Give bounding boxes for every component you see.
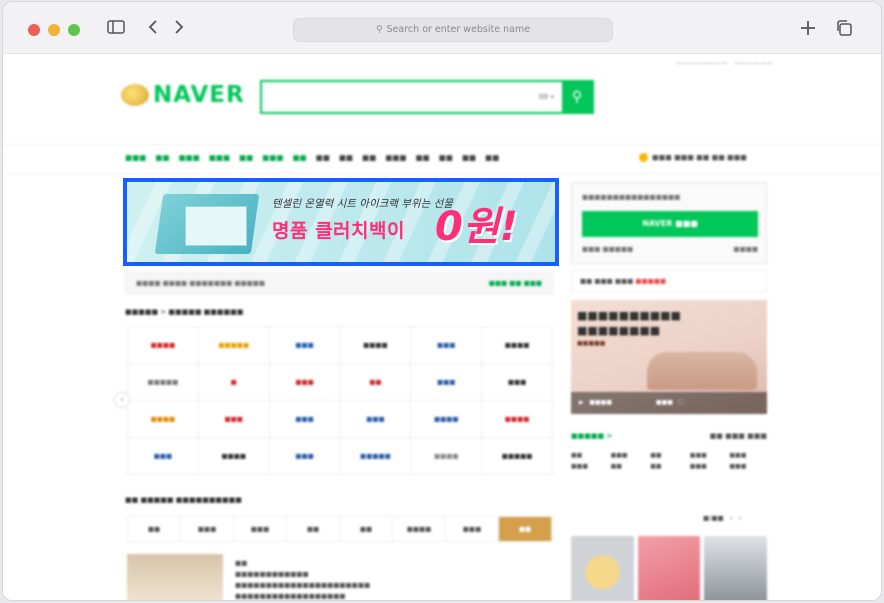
logo-mascot-icon xyxy=(121,84,149,106)
naver-search-button[interactable]: ⚲ xyxy=(562,82,592,112)
ad-subtext: ■■■■■ xyxy=(577,340,606,347)
newsstand-grid: ■■■■ ■■■■■ ■■■ ■■■■ ■■■ ■■■■ ■■■■■ ■ ■■■… xyxy=(127,326,553,475)
newsstand-header: ■■■■■ > ■■■■■ ■■■■■■ xyxy=(125,308,244,316)
shopping-tag[interactable]: ■■■ xyxy=(611,452,649,459)
press-logo[interactable]: ■■■■ xyxy=(128,327,199,364)
minimize-window-button[interactable] xyxy=(48,24,60,36)
topic-tab[interactable]: ■■■ xyxy=(446,517,499,541)
news-ticker[interactable]: ■■■■ ■■■■ ■■■■■■■ ■■■■■ ■■■ ■■ ■■■ xyxy=(125,272,553,294)
new-tab-icon[interactable] xyxy=(799,19,817,42)
topic-tab[interactable]: ■■■ xyxy=(181,517,234,541)
naver-search-input[interactable] xyxy=(262,82,539,112)
video-controls[interactable]: ▶ ■■■■ ■■■ ⛶ xyxy=(571,392,767,414)
press-logo[interactable]: ■■■ xyxy=(269,364,341,401)
webpage: ———————— —————— NAVER ⌨ ▾ ⚲ ■■■ ■■ ■■■ ■■■ ■… xyxy=(3,54,881,600)
naver-logo[interactable]: NAVER xyxy=(121,82,245,108)
press-logo[interactable]: ■■■■■ xyxy=(198,327,270,364)
press-logo[interactable]: ■■■ xyxy=(269,327,341,364)
search-icon: ⚲ xyxy=(375,25,383,35)
naver-login-button[interactable]: NAVER ■■■ xyxy=(582,211,758,237)
sidebar-icon[interactable] xyxy=(107,19,125,40)
shopping-tag[interactable]: ■■ xyxy=(650,463,688,470)
ad-headline: ■■■■■■■■■■ ■■■■■■■■ xyxy=(577,309,681,337)
shopping-tag[interactable]: ■■■ xyxy=(690,463,728,470)
back-icon[interactable] xyxy=(147,19,159,40)
product-thumbnail[interactable] xyxy=(571,536,634,600)
stock-ticker[interactable]: ■■ ■■■ ■■■ ■■■■■ xyxy=(571,270,767,292)
shopping-pager[interactable]: ■/■■ ‹ › xyxy=(703,514,741,522)
logo-wordmark: NAVER xyxy=(153,82,245,108)
topic-tab-active[interactable]: ■■ xyxy=(499,517,552,541)
press-logo[interactable]: ■■■■ xyxy=(128,401,199,438)
banner-product-card xyxy=(185,206,247,246)
press-logo[interactable]: ■■ xyxy=(340,364,412,401)
shopping-tag[interactable]: ■■■ xyxy=(690,452,728,459)
shopping-tag[interactable]: ■■ xyxy=(650,452,688,459)
address-bar[interactable]: ⚲ Search or enter website name xyxy=(293,18,613,42)
browser-window: ⚲ Search or enter website name ———————— —… xyxy=(2,1,882,601)
address-placeholder: Search or enter website name xyxy=(386,24,531,35)
topic-tab[interactable]: ■■ xyxy=(340,517,393,541)
shopping-tags: ■■ ■■■ ■■ ■■■ ■■■ ■■■ ■■ ■■ ■■■ ■■■ xyxy=(571,452,767,470)
topic-header: ■■ ■■■■■ ■■■■■■■■■■ xyxy=(125,496,242,504)
press-logo[interactable]: ■■■ xyxy=(269,438,341,475)
shopping-tag[interactable]: ■■ xyxy=(571,452,609,459)
press-logo[interactable]: ■■■■ xyxy=(482,401,553,438)
naver-search-box[interactable]: ⌨ ▾ ⚲ xyxy=(260,80,594,114)
press-logo[interactable]: ■■■■ xyxy=(482,327,553,364)
press-logo[interactable]: ■■■ xyxy=(482,364,553,401)
press-logo[interactable]: ■■■ xyxy=(198,401,270,438)
shopping-tag[interactable]: ■■■ xyxy=(729,452,767,459)
press-logo[interactable]: ■■■■■ xyxy=(482,438,553,475)
article-text: ■■ ■■■■■■■■■■■■ ■■■■■■■■■■■■■■■■■■■■■■ ■■■■… xyxy=(235,559,371,600)
promo-banner[interactable]: 텐셀린 온열력 시트 아이크랙 부위는 선물 명품 클러치백이 0원! xyxy=(123,178,559,266)
press-logo[interactable]: ■■■ xyxy=(411,364,483,401)
ad-image xyxy=(647,352,757,390)
topic-tab[interactable]: ■■■ xyxy=(234,517,287,541)
topic-tab[interactable]: ■■ xyxy=(287,517,340,541)
product-thumbnail[interactable] xyxy=(637,536,701,600)
press-logo[interactable]: ■■■■ xyxy=(340,327,412,364)
press-logo[interactable]: ■ xyxy=(198,364,270,401)
login-panel: ■■■■■■■■■■■■■■■■ NAVER ■■■ ■■■ ■■■■■ ■■■■ xyxy=(571,182,767,264)
shopping-tag[interactable]: ■■■ xyxy=(729,463,767,470)
press-logo[interactable]: ■■■■ xyxy=(198,438,270,475)
shopping-tag[interactable]: ■■■ xyxy=(571,463,609,470)
press-logo[interactable]: ■■■ xyxy=(128,438,199,475)
press-logo[interactable]: ■■■ xyxy=(340,401,412,438)
banner-price: 0원! xyxy=(435,204,518,250)
topic-tab[interactable]: ■■■■ xyxy=(393,517,446,541)
login-message: ■■■■■■■■■■■■■■■■ xyxy=(582,193,681,201)
press-logo[interactable]: ■■■■■ xyxy=(128,364,199,401)
topic-tabs: ■■ ■■■ ■■■ ■■ ■■ ■■■■ ■■■ ■■ xyxy=(127,516,553,542)
press-logo[interactable]: ■■■■■ xyxy=(340,438,412,475)
press-logo[interactable]: ■■■ xyxy=(269,401,341,438)
press-logo[interactable]: ■■■■ xyxy=(411,438,483,475)
weather-widget[interactable]: ■■■ ■■■ ■■ ■■ ■■■ xyxy=(639,153,747,162)
shopping-thumbnails xyxy=(571,536,768,600)
article-thumbnail xyxy=(127,554,223,600)
topic-tab[interactable]: ■■ xyxy=(128,517,181,541)
login-links[interactable]: ■■■ ■■■■■ ■■■■ xyxy=(582,245,758,253)
banner-subtitle: 텐셀린 온열력 시트 아이크랙 부위는 선물 xyxy=(272,198,453,210)
service-nav[interactable]: ■■■ ■■ ■■■ ■■■ ■■ ■■■ ■■ ■■ ■■ ■■ ■■■ ■■ ■■ ■■ ■■ xyxy=(125,153,499,162)
forward-icon[interactable] xyxy=(173,19,185,40)
keyboard-icon[interactable]: ⌨ ▾ xyxy=(538,82,562,112)
close-window-button[interactable] xyxy=(28,24,40,36)
top-links[interactable]: ———————— —————— xyxy=(676,59,773,67)
banner-headline: 명품 클러치백이 xyxy=(272,220,405,242)
article-item[interactable]: ■■ ■■■■■■■■■■■■ ■■■■■■■■■■■■■■■■■■■■■■ ■■■■… xyxy=(127,554,553,600)
browser-toolbar: ⚲ Search or enter website name xyxy=(3,2,881,54)
product-thumbnail[interactable] xyxy=(704,536,768,600)
sun-icon xyxy=(639,153,648,162)
shopping-header: ■■■■■ > ■■ ■■■ ■■■ xyxy=(571,432,767,440)
video-ad[interactable]: ■■■■■■■■■■ ■■■■■■■■ ■■■■■ ▶ ■■■■ ■■■ ⛶ xyxy=(571,300,767,414)
press-logo[interactable]: ■■■■ xyxy=(411,401,483,438)
tabs-overview-icon[interactable] xyxy=(835,19,853,42)
newsstand-prev-button[interactable]: ‹ xyxy=(114,392,130,408)
press-logo[interactable]: ■■■ xyxy=(411,327,483,364)
zoom-window-button[interactable] xyxy=(68,24,80,36)
shopping-tag[interactable]: ■■ xyxy=(611,463,649,470)
